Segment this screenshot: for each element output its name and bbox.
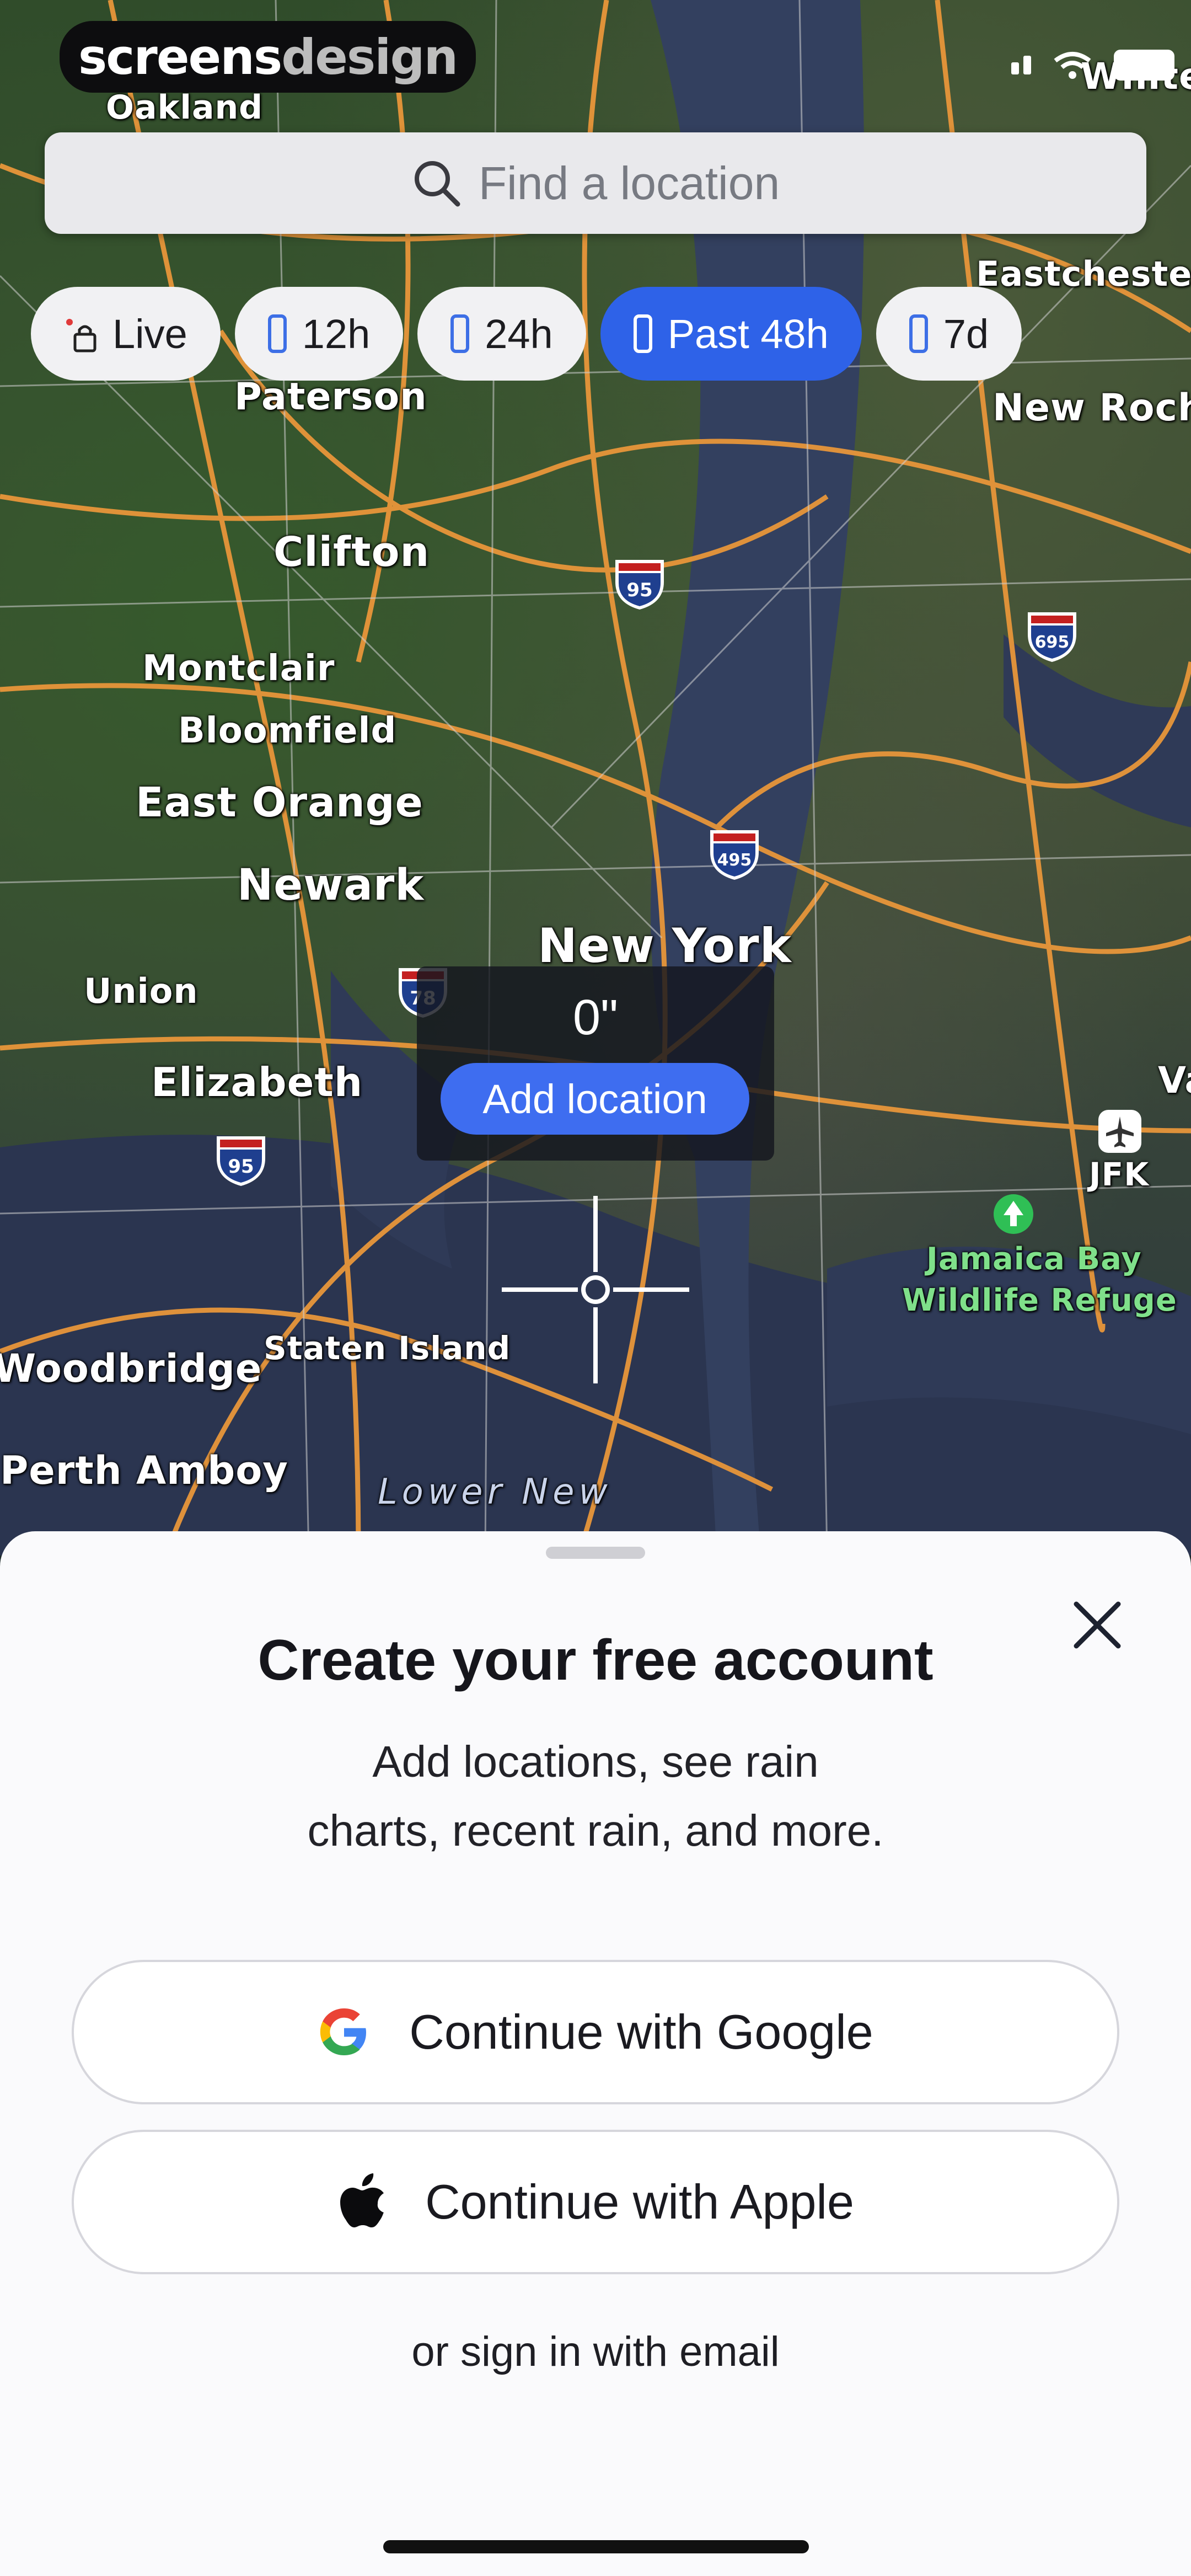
- map-label-wildlife-refuge: Wildlife Refuge: [902, 1282, 1177, 1318]
- svg-text:95: 95: [228, 1156, 254, 1178]
- phone-icon: [633, 314, 652, 353]
- apple-button-label: Continue with Apple: [425, 2174, 854, 2229]
- crosshair-icon: [502, 1196, 689, 1383]
- map-label-lower-new: Lower New: [378, 1472, 612, 1513]
- phone-icon: [450, 314, 470, 353]
- continue-with-apple-button[interactable]: Continue with Apple: [72, 2130, 1119, 2274]
- google-icon: [320, 2008, 367, 2055]
- map-label-paterson: Paterson: [234, 375, 427, 419]
- map-label-new-rochelle: New Roche: [993, 386, 1191, 430]
- svg-text:695: 695: [1035, 633, 1070, 652]
- signal-icon: [1011, 56, 1031, 74]
- interstate-shield-95-north: 95: [615, 560, 664, 610]
- battery-icon: [1114, 50, 1174, 81]
- precip-value: 0": [572, 990, 618, 1045]
- location-tooltip: 0" Add location: [417, 966, 774, 1161]
- sheet-title: Create your free account: [257, 1628, 934, 1692]
- map-label-montclair: Montclair: [142, 648, 335, 689]
- map-label-jamaica-bay: Jamaica Bay: [926, 1241, 1142, 1277]
- chip-live[interactable]: Live: [31, 287, 221, 381]
- search-bar[interactable]: Find a location: [45, 132, 1146, 234]
- svg-text:95: 95: [626, 579, 652, 601]
- airport-icon: [1098, 1110, 1141, 1153]
- chip-24h[interactable]: 24h: [417, 287, 586, 381]
- map-label-new-york: New York: [538, 918, 792, 974]
- lock-icon: [66, 319, 96, 352]
- google-button-label: Continue with Google: [409, 2005, 873, 2059]
- map-label-union: Union: [84, 971, 198, 1011]
- map-label-woodbridge: Woodbridge: [0, 1346, 262, 1391]
- interstate-shield-95-south: 95: [217, 1136, 265, 1186]
- sheet-subtitle: Add locations, see rain charts, recent r…: [307, 1737, 884, 1855]
- map-label-east-orange: East Orange: [136, 779, 423, 826]
- sign-in-with-email-link[interactable]: or sign in with email: [0, 2328, 1191, 2376]
- status-bar-icons: [1011, 50, 1174, 81]
- map-label-newark: Newark: [237, 861, 425, 910]
- map-label-jfk: JFK: [1089, 1156, 1150, 1193]
- chip-12h[interactable]: 12h: [234, 287, 404, 381]
- continue-with-google-button[interactable]: Continue with Google: [72, 1960, 1119, 2104]
- add-location-button[interactable]: Add location: [441, 1063, 749, 1135]
- map-label-staten-island: Staten Island: [264, 1329, 511, 1367]
- map-label-oakland: Oakland: [106, 88, 264, 127]
- map-label-elizabeth: Elizabeth: [151, 1059, 363, 1105]
- chip-7d[interactable]: 7d: [876, 287, 1022, 381]
- map-label-clifton: Clifton: [273, 528, 430, 576]
- map-label-perth-amboy: Perth Amboy: [0, 1448, 288, 1493]
- wifi-icon: [1054, 52, 1091, 79]
- home-indicator: [383, 2540, 809, 2553]
- interstate-shield-695: 695: [1028, 612, 1076, 662]
- map-label-valley: Va: [1158, 1059, 1191, 1102]
- chip-past-48h[interactable]: Past 48h: [600, 287, 862, 381]
- phone-icon: [909, 314, 928, 353]
- interstate-shield-495: 495: [710, 830, 759, 880]
- apple-icon: [340, 2173, 384, 2227]
- brand-watermark: screens design: [60, 21, 476, 93]
- phone-icon: [267, 314, 287, 353]
- search-icon: [414, 161, 460, 207]
- park-icon: [994, 1194, 1033, 1234]
- time-range-chips: Live 12h 24h Past 48h 7d: [31, 287, 1022, 381]
- search-input[interactable]: Find a location: [479, 157, 780, 210]
- map-label-bloomfield: Bloomfield: [178, 710, 397, 751]
- sheet-drag-handle[interactable]: [546, 1547, 645, 1559]
- svg-text:495: 495: [717, 851, 752, 870]
